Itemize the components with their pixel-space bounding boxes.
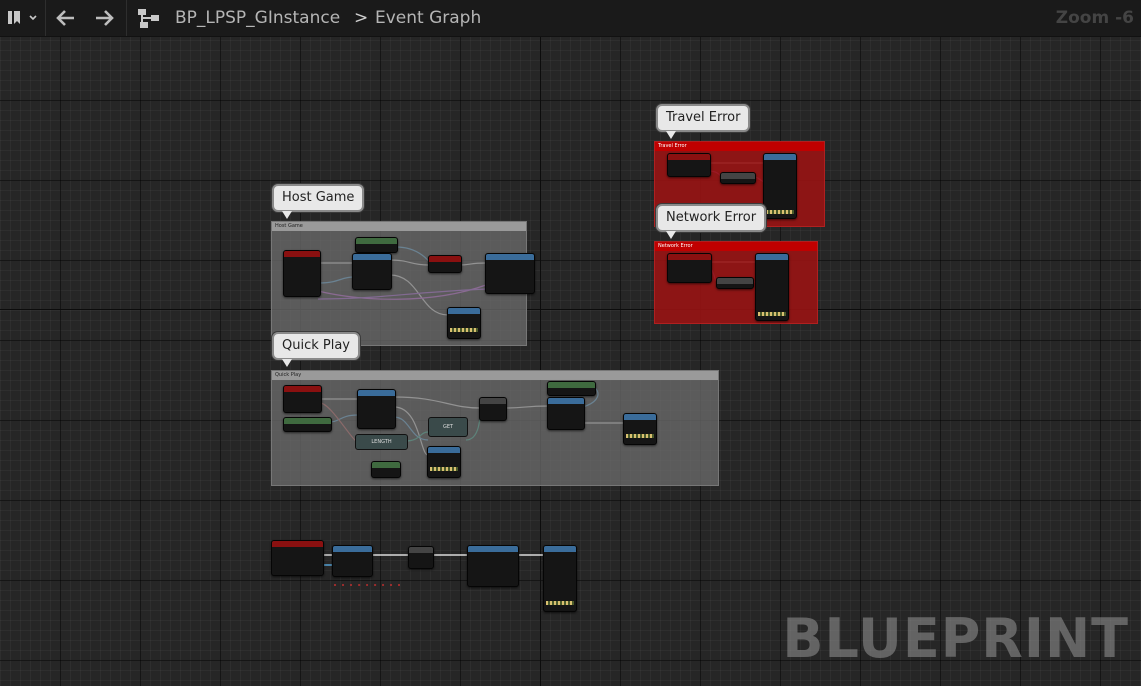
bookmark-button[interactable] xyxy=(4,7,40,29)
arrow-right-icon xyxy=(96,10,114,26)
branch-node[interactable] xyxy=(479,397,507,421)
blueprint-watermark: BLUEPRINT xyxy=(782,607,1129,670)
node-header xyxy=(409,547,433,553)
print-string-node[interactable] xyxy=(543,545,577,612)
comment-bubble-network-error[interactable]: Network Error xyxy=(656,204,767,239)
comment-title: Quick Play xyxy=(272,371,718,380)
arrow-left-icon xyxy=(56,10,74,26)
comment-title: Travel Error xyxy=(655,142,824,151)
function-node[interactable] xyxy=(720,172,756,184)
print-string-node[interactable] xyxy=(447,307,481,339)
blueprint-graph-icon xyxy=(138,9,159,28)
graph-toolbar: BP_LPSP_GInstance > Event Graph Zoom -6 xyxy=(0,0,1141,37)
node-header xyxy=(284,418,331,424)
event-node[interactable] xyxy=(667,253,712,283)
event-node[interactable] xyxy=(283,250,321,297)
node-header xyxy=(372,462,400,468)
comment-bubble-label: Quick Play xyxy=(282,338,351,353)
node-header xyxy=(756,254,788,260)
get-player-controller-node[interactable] xyxy=(547,381,596,396)
node-header xyxy=(668,154,710,160)
node-header xyxy=(284,386,321,392)
create-session-node[interactable] xyxy=(352,253,392,290)
node-header xyxy=(548,398,584,404)
node-header xyxy=(468,546,518,552)
comment-bubble-quick-play[interactable]: Quick Play xyxy=(272,332,361,367)
delay-node[interactable] xyxy=(428,255,462,273)
get-player-controller-node[interactable] xyxy=(355,237,398,253)
find-sessions-node[interactable] xyxy=(357,389,396,429)
open-level-node[interactable] xyxy=(467,545,519,587)
event-node[interactable] xyxy=(283,385,322,413)
breadcrumb-separator: > xyxy=(354,8,369,28)
breadcrumb-asset[interactable]: BP_LPSP_GInstance xyxy=(175,8,340,28)
node-header xyxy=(721,173,755,179)
function-node[interactable] xyxy=(716,277,754,289)
node-header xyxy=(668,254,711,260)
bookmark-icon xyxy=(8,11,37,24)
length-node[interactable]: LENGTH xyxy=(355,434,408,450)
comment-bubble-label: Network Error xyxy=(666,210,757,225)
node-header xyxy=(272,541,323,547)
join-session-node[interactable] xyxy=(547,397,585,430)
get-node[interactable]: GET xyxy=(428,417,468,437)
event-node[interactable] xyxy=(667,153,711,177)
node-header xyxy=(486,254,534,260)
print-string-node[interactable] xyxy=(755,253,789,321)
back-button[interactable] xyxy=(54,7,78,29)
branch-node[interactable] xyxy=(408,546,434,569)
node-header xyxy=(717,278,753,284)
node-header xyxy=(429,256,461,262)
get-player-controller-node[interactable] xyxy=(283,417,332,432)
node-header xyxy=(284,251,320,257)
comment-bubble-travel-error[interactable]: Travel Error xyxy=(656,104,751,139)
node-header xyxy=(624,414,656,420)
node-header xyxy=(448,308,480,314)
print-string-node[interactable] xyxy=(763,153,797,219)
length-label: LENGTH xyxy=(371,439,392,445)
node-header xyxy=(333,546,372,552)
breadcrumb-graph[interactable]: Event Graph xyxy=(375,8,481,28)
node-header xyxy=(358,390,395,396)
event-node[interactable] xyxy=(271,540,324,576)
destroy-session-node[interactable] xyxy=(332,545,373,577)
print-string-node[interactable] xyxy=(623,413,657,445)
zoom-level: Zoom -6 xyxy=(1055,8,1134,28)
get-label: GET xyxy=(442,424,454,430)
comment-title: Network Error xyxy=(655,242,817,251)
graph-hierarchy-button[interactable] xyxy=(136,6,162,30)
comment-title: Host Game xyxy=(272,222,526,231)
node-header xyxy=(548,382,595,388)
forward-button[interactable] xyxy=(92,7,116,29)
comment-bubble-label: Host Game xyxy=(282,190,355,205)
node-header xyxy=(764,154,796,160)
node-header xyxy=(480,398,506,404)
print-string-node[interactable] xyxy=(427,446,461,478)
open-level-node[interactable] xyxy=(485,253,535,294)
blueprint-graph-canvas[interactable]: Travel Error Travel Error Network Error … xyxy=(0,37,1141,686)
node-header xyxy=(428,447,460,453)
comment-bubble-label: Travel Error xyxy=(666,110,741,125)
pure-node[interactable] xyxy=(371,461,401,478)
comment-bubble-host-game[interactable]: Host Game xyxy=(272,184,365,219)
node-header xyxy=(353,254,391,260)
node-header xyxy=(356,238,397,244)
node-header xyxy=(544,546,576,552)
